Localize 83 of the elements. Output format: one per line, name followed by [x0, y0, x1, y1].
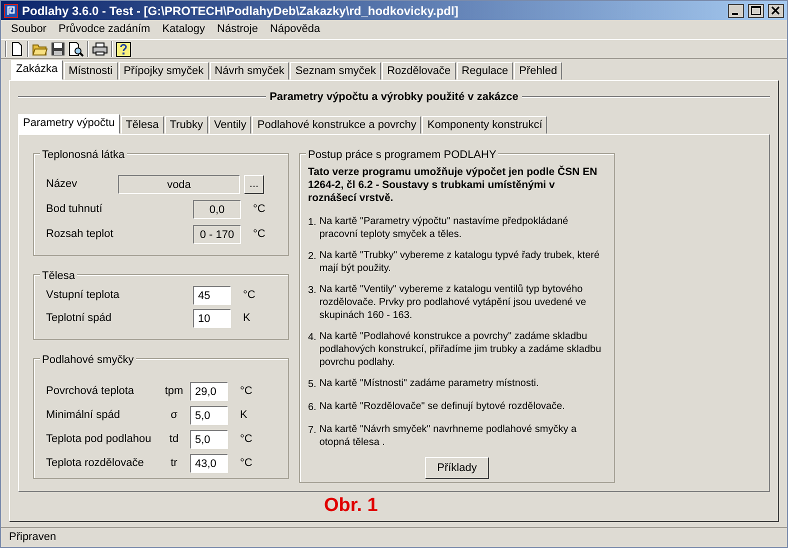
tab[interactable]: Ventily [208, 116, 252, 134]
tab[interactable]: Seznam smyček [290, 62, 382, 80]
unit-label: K [243, 310, 250, 326]
field-label: Název [45, 176, 78, 192]
field-label: Bod tuhnutí [45, 202, 104, 217]
step-number: 4. [308, 331, 316, 345]
field-label: Minimální spád [45, 408, 121, 423]
intro-text: Tato verze programu umožňuje výpočet jen podle ČSN EN 1264-2, čl 6.2 - Soustavy s trubkami umístěnými v roznášecí vrstvě. [308, 166, 598, 205]
folder-icon[interactable] [32, 42, 48, 56]
tab[interactable]: Komponenty konstrukcí [422, 116, 548, 134]
readonly-field: 0 - 170 [193, 224, 241, 244]
unit-label: °C [240, 384, 252, 399]
unit-label: °C [253, 226, 266, 242]
app-icon [4, 4, 18, 18]
status-text: Připraven [9, 530, 56, 546]
tab[interactable]: Přehled [514, 62, 562, 80]
printer-icon[interactable] [92, 42, 108, 56]
menu-item[interactable]: Nástroje [211, 21, 264, 38]
symbol-label: tr [170, 456, 178, 471]
unit-label: °C [253, 202, 266, 217]
field-label: Teplotní spád [45, 310, 112, 326]
tab[interactable]: Parametry výpočtu [18, 114, 120, 134]
input-field[interactable]: 5,0 [190, 406, 228, 424]
minimize-icon[interactable] [728, 4, 744, 18]
input-field[interactable]: 45 [193, 286, 231, 304]
browse-button[interactable]: ... [244, 174, 264, 194]
maximize-icon[interactable] [748, 4, 764, 18]
symbol-label: td [168, 432, 180, 447]
tab[interactable]: Rozdělovače [382, 62, 456, 80]
step-number: 6. [308, 401, 316, 415]
input-field[interactable]: 5,0 [190, 430, 228, 448]
step-number: 5. [308, 378, 316, 392]
unit-label: °C [243, 288, 256, 303]
field-label: Vstupní teplota [45, 288, 120, 303]
name-field: voda [118, 174, 240, 194]
step-text: Na kartě "Parametry výpočtu" nastavíme předpokládané pracovní teploty smyček a těles. [319, 215, 570, 241]
step-text: Na kartě "Trubky" vybereme z katalogu typvé řady trubek, které mají být použity. [319, 249, 601, 275]
step-text: Na kartě "Návrh smyček" navrhneme podlahové smyčky a otopná tělesa . [319, 423, 578, 449]
menu-item[interactable]: Katalogy [156, 21, 212, 38]
close-icon[interactable] [768, 4, 784, 18]
tab[interactable]: Zakázka [11, 60, 63, 80]
step-number: 3. [308, 284, 316, 298]
group-title: Teplonosná látka [40, 147, 127, 164]
step-text: Na kartě "Podlahové konstrukce a povrchy" zadáme skladbu podlahových konstrukcí, přiřadíme jim trubky a zadáme skladbu povrchu podlahy. [319, 330, 602, 369]
menu-item[interactable]: Průvodce zadáním [52, 21, 156, 38]
step-text: Na kartě "Ventily" vybereme z katalogu ventilů typ bytového rozdělovače. Prvky pro podlahové vytápění jsou uvedené ve skupinách 160 - 163. [319, 283, 588, 322]
examples-button[interactable]: Příklady [425, 457, 489, 479]
menu-item[interactable]: Nápověda [264, 21, 326, 38]
input-field[interactable]: 10 [193, 308, 231, 328]
tab[interactable]: Trubky [164, 116, 208, 134]
group-title: Postup práce s programem PODLAHY [306, 147, 498, 164]
unit-label: °C [240, 432, 252, 447]
symbol-label: σ [170, 408, 178, 423]
field-label: Teplota pod podlahou [45, 432, 152, 447]
field-label: Povrchová teplota [45, 384, 136, 399]
menu-item[interactable]: Soubor [5, 21, 52, 38]
field-label: Rozsah teplot [45, 226, 114, 242]
step-number: 7. [308, 424, 316, 438]
tab[interactable]: Místnosti [64, 62, 118, 80]
caption: Obr. 1 [324, 494, 378, 518]
step-number: 2. [308, 250, 316, 264]
tab[interactable]: Tělesa [120, 116, 164, 134]
new-document-icon[interactable] [10, 41, 24, 57]
tab[interactable]: Návrh smyček [210, 62, 290, 80]
window-title: Podlahy 3.6.0 - Test - [G:\PROTECH\PodlahyDeb\Zakazky\rd_hodkovicky.pdl] [22, 2, 460, 20]
unit-label: °C [240, 456, 252, 471]
step-text: Na kartě "Místnosti" zadáme parametry místnosti. [319, 377, 539, 391]
step-number: 1. [308, 216, 316, 230]
group-title: Podlahové smyčky [40, 352, 136, 368]
input-field[interactable]: 29,0 [190, 382, 228, 400]
tab[interactable]: Podlahové konstrukce a povrchy [252, 116, 422, 134]
print-preview-icon[interactable] [68, 41, 84, 57]
symbol-label: tpm [164, 384, 184, 399]
tab[interactable]: Přípojky smyček [118, 62, 209, 80]
field-label: Teplota rozdělovače [45, 456, 145, 471]
tab[interactable]: Regulace [456, 62, 514, 80]
save-icon[interactable] [51, 42, 65, 56]
help-icon[interactable] [116, 42, 131, 56]
section-title: Parametry výpočtu a výrobky použité v zakázce [270, 90, 518, 105]
readonly-field: 0,0 [193, 200, 241, 218]
input-field[interactable]: 43,0 [190, 454, 228, 472]
step-text: Na kartě "Rozdělovače" se definují bytové rozdělovače. [319, 400, 565, 414]
unit-label: K [240, 408, 248, 423]
